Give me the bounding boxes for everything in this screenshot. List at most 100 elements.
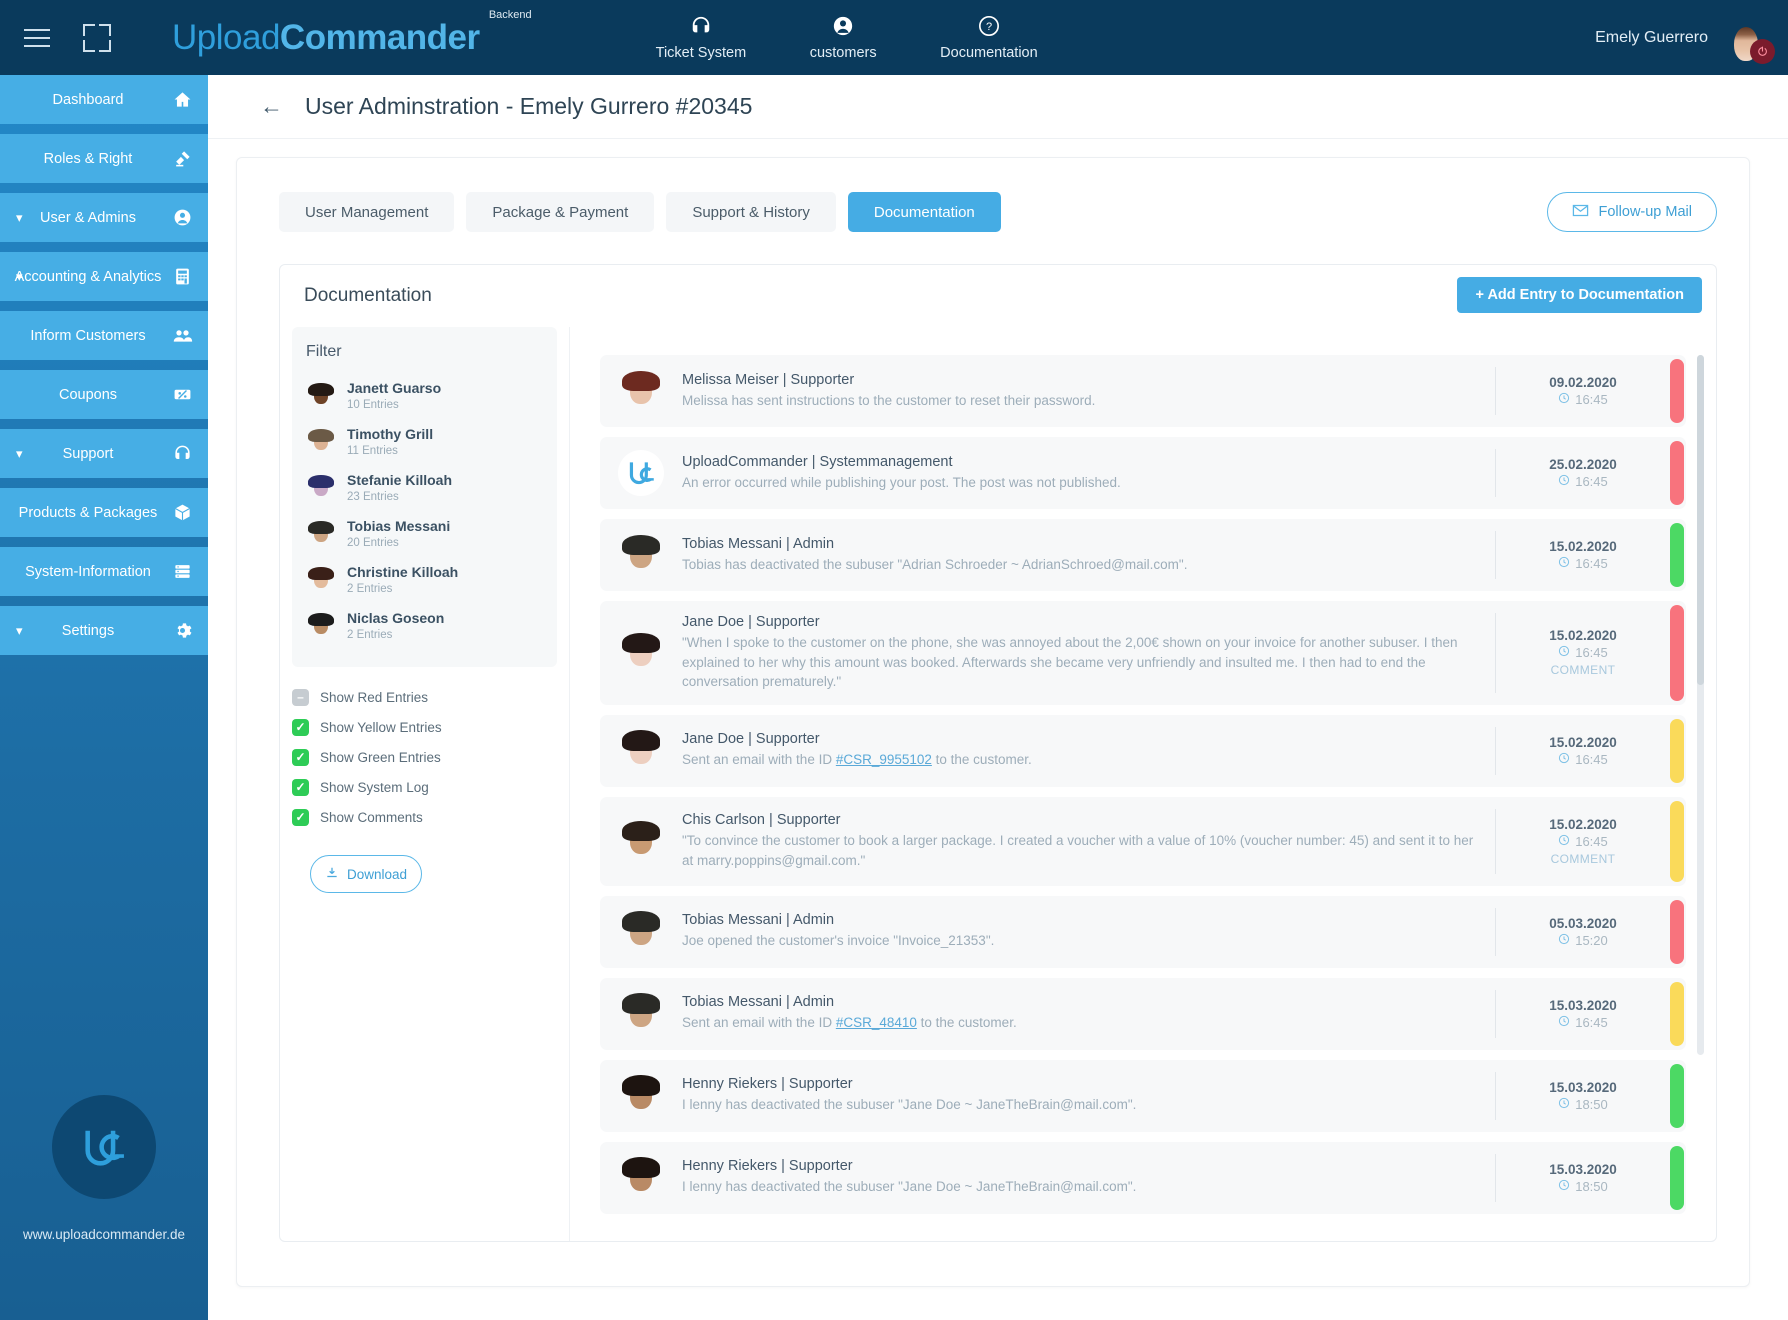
sidebar-item-dashboard[interactable]: Dashboard: [0, 75, 208, 124]
hamburger-icon[interactable]: [14, 15, 60, 61]
documentation-entry[interactable]: Henny Riekers | Supporter I lenny has dea…: [600, 1059, 1686, 1132]
entry-message-link[interactable]: #CSR_9955102: [836, 752, 932, 767]
documentation-entry[interactable]: Tobias Messani | Admin Sent an email with…: [600, 977, 1686, 1050]
topnav-customers[interactable]: customers: [802, 15, 884, 61]
documentation-entry[interactable]: Tobias Messani | Admin Tobias has deactiv…: [600, 519, 1686, 591]
checkbox-box[interactable]: ✓: [292, 778, 309, 796]
sidebar-item-system-information[interactable]: System-Information: [0, 547, 208, 596]
topnav-documentation[interactable]: ? Documentation: [940, 15, 1038, 61]
entry-time-value: 16:45: [1575, 474, 1608, 489]
sidebar-item-label: Support: [62, 445, 114, 462]
checkbox-show-yellow-entries[interactable]: ✓ Show Yellow Entries: [292, 715, 557, 739]
entry-date: 09.02.2020: [1549, 375, 1617, 390]
entry-author: UploadCommander | Systemmanagement: [682, 453, 953, 470]
entry-message-text: An error occurred while publishing your …: [682, 474, 1121, 490]
headset-icon: [170, 444, 194, 463]
tab-package-payment[interactable]: Package & Payment: [466, 192, 655, 232]
filter-user-item[interactable]: Niclas Goseon 2 Entries: [306, 603, 543, 649]
documentation-entry[interactable]: Henny Riekers | Supporter I lenny has dea…: [600, 1141, 1686, 1214]
user-circle-icon: [832, 15, 854, 41]
follow-up-mail-button[interactable]: Follow-up Mail: [1546, 192, 1717, 232]
topnav-label: Ticket System: [655, 44, 747, 61]
sidebar-item-roles-right[interactable]: Roles & Right: [0, 134, 208, 183]
entry-time: 16:45: [1558, 556, 1608, 571]
entry-time-value: 18:50: [1575, 1178, 1608, 1194]
sidebar-item-inform-customers[interactable]: Inform Customers: [0, 311, 208, 360]
download-button[interactable]: Download: [310, 855, 422, 893]
documentation-entry[interactable]: Chis Carlson | Supporter "To convince the…: [600, 796, 1686, 886]
filter-user-item[interactable]: Timothy Grill 11 Entries: [306, 419, 543, 465]
documentation-entry[interactable]: Melissa Meiser | Supporter Melissa has se…: [600, 355, 1686, 427]
clock-icon: [1558, 645, 1570, 660]
follow-up-label: Follow-up Mail: [1598, 204, 1692, 220]
download-icon: [325, 866, 339, 883]
add-entry-button[interactable]: + Add Entry to Documentation: [1457, 277, 1702, 313]
documentation-panel-header: Documentation + Add Entry to Documentati…: [280, 265, 1716, 327]
sidebar-item-label: Dashboard: [52, 91, 124, 108]
documentation-entry[interactable]: Tobias Messani | Admin Joe opened the cus…: [600, 895, 1686, 968]
box-icon: [170, 503, 194, 522]
topnav-label: customers: [809, 44, 877, 61]
sidebar-item-coupons[interactable]: Coupons: [0, 370, 208, 419]
sidebar-item-label: Coupons: [58, 386, 118, 403]
documentation-entry[interactable]: UploadCommander | Systemmanagement An err…: [600, 437, 1686, 509]
tab-documentation[interactable]: Documentation: [847, 192, 1001, 232]
entry-status-bar: [1670, 1145, 1684, 1210]
headset-icon: [690, 15, 712, 41]
sidebar-item-user-admins[interactable]: ▾ User & Admins: [0, 193, 208, 242]
entry-text: Henny Riekers | Supporter I lenny has dea…: [682, 1060, 1495, 1132]
entry-avatar: [600, 355, 682, 427]
entry-message-text: "When I spoke to the customer on the pho…: [682, 635, 1458, 690]
entry-comment-badge: COMMENT: [1550, 663, 1616, 678]
checkbox-box[interactable]: –: [292, 688, 309, 706]
sidebar-item-accounting-analytics[interactable]: ▾ Accounting & Analytics: [0, 252, 208, 301]
filter-user-item[interactable]: Janett Guarso 10 Entries: [306, 373, 543, 419]
entry-message: "When I spoke to the customer on the pho…: [682, 633, 1481, 692]
entry-meta: 15.03.2020 18:50: [1495, 1153, 1670, 1202]
checkbox-box[interactable]: ✓: [292, 718, 309, 736]
avatar: [306, 381, 336, 411]
gavel-icon: [170, 149, 194, 168]
checkbox-show-red-entries[interactable]: – Show Red Entries: [292, 685, 557, 709]
sidebar-item-settings[interactable]: ▾ Settings: [0, 606, 208, 655]
entry-message-link[interactable]: #CSR_48410: [836, 1015, 917, 1030]
topnav-ticket-system[interactable]: Ticket System: [655, 15, 747, 61]
content-card: User Management Package & Payment Support …: [236, 157, 1750, 1287]
chevron-down-icon: ▾: [16, 445, 23, 461]
filter-user-item[interactable]: Tobias Messani 20 Entries: [306, 511, 543, 557]
filter-user-item[interactable]: Stefanie Killoah 23 Entries: [306, 465, 543, 511]
entry-message-post: to the customer.: [916, 1015, 1017, 1031]
scrollbar-thumb[interactable]: [1697, 355, 1704, 685]
sidebar-item-products-packages[interactable]: Products & Packages: [0, 488, 208, 537]
avatar: [306, 427, 336, 457]
checkbox-show-system-log[interactable]: ✓ Show System Log: [292, 775, 557, 799]
filter-user-item[interactable]: Christine Killoah 2 Entries: [306, 557, 543, 603]
sidebar-item-label: System-Information: [25, 563, 151, 580]
checkbox-show-green-entries[interactable]: ✓ Show Green Entries: [292, 745, 557, 769]
tab-support-history[interactable]: Support & History: [666, 192, 836, 232]
uc-logo-icon: [618, 450, 664, 496]
entry-avatar: [600, 437, 682, 509]
entry-time: 16:45: [1558, 474, 1608, 489]
entry-message-text: Tobias has deactivated the subuser "Adri…: [682, 556, 1188, 572]
entry-author: Jane Doe | Supporter: [682, 731, 820, 748]
entries-scrollbar[interactable]: [1697, 355, 1704, 1055]
checkbox-box[interactable]: ✓: [292, 808, 309, 826]
checkbox-show-comments[interactable]: ✓ Show Comments: [292, 805, 557, 829]
documentation-entry[interactable]: Jane Doe | Supporter Sent an email with t…: [600, 714, 1686, 787]
sidebar-url: www.uploadcommander.de: [22, 1227, 186, 1242]
avatar: [618, 1073, 664, 1119]
user-area[interactable]: Emely Guerrero: [1595, 0, 1775, 75]
main-content: ← User Adminstration - Emely Gurrero #20…: [208, 75, 1788, 1320]
avatar[interactable]: [1722, 14, 1775, 64]
sidebar-item-support[interactable]: ▾ Support: [0, 429, 208, 478]
entry-status-bar: [1670, 359, 1684, 423]
chevron-down-icon: ▾: [16, 268, 23, 284]
documentation-entry[interactable]: Jane Doe | Supporter "When I spoke to the…: [600, 601, 1686, 705]
tab-user-management[interactable]: User Management: [279, 192, 455, 232]
checkbox-box[interactable]: ✓: [292, 748, 309, 766]
arrow-left-icon[interactable]: ←: [260, 95, 283, 118]
fullscreen-icon[interactable]: [80, 21, 114, 55]
filter-column: Filter Janett Guarso 10 Entries Timothy Gr…: [280, 327, 570, 1241]
power-icon[interactable]: [1750, 38, 1775, 64]
